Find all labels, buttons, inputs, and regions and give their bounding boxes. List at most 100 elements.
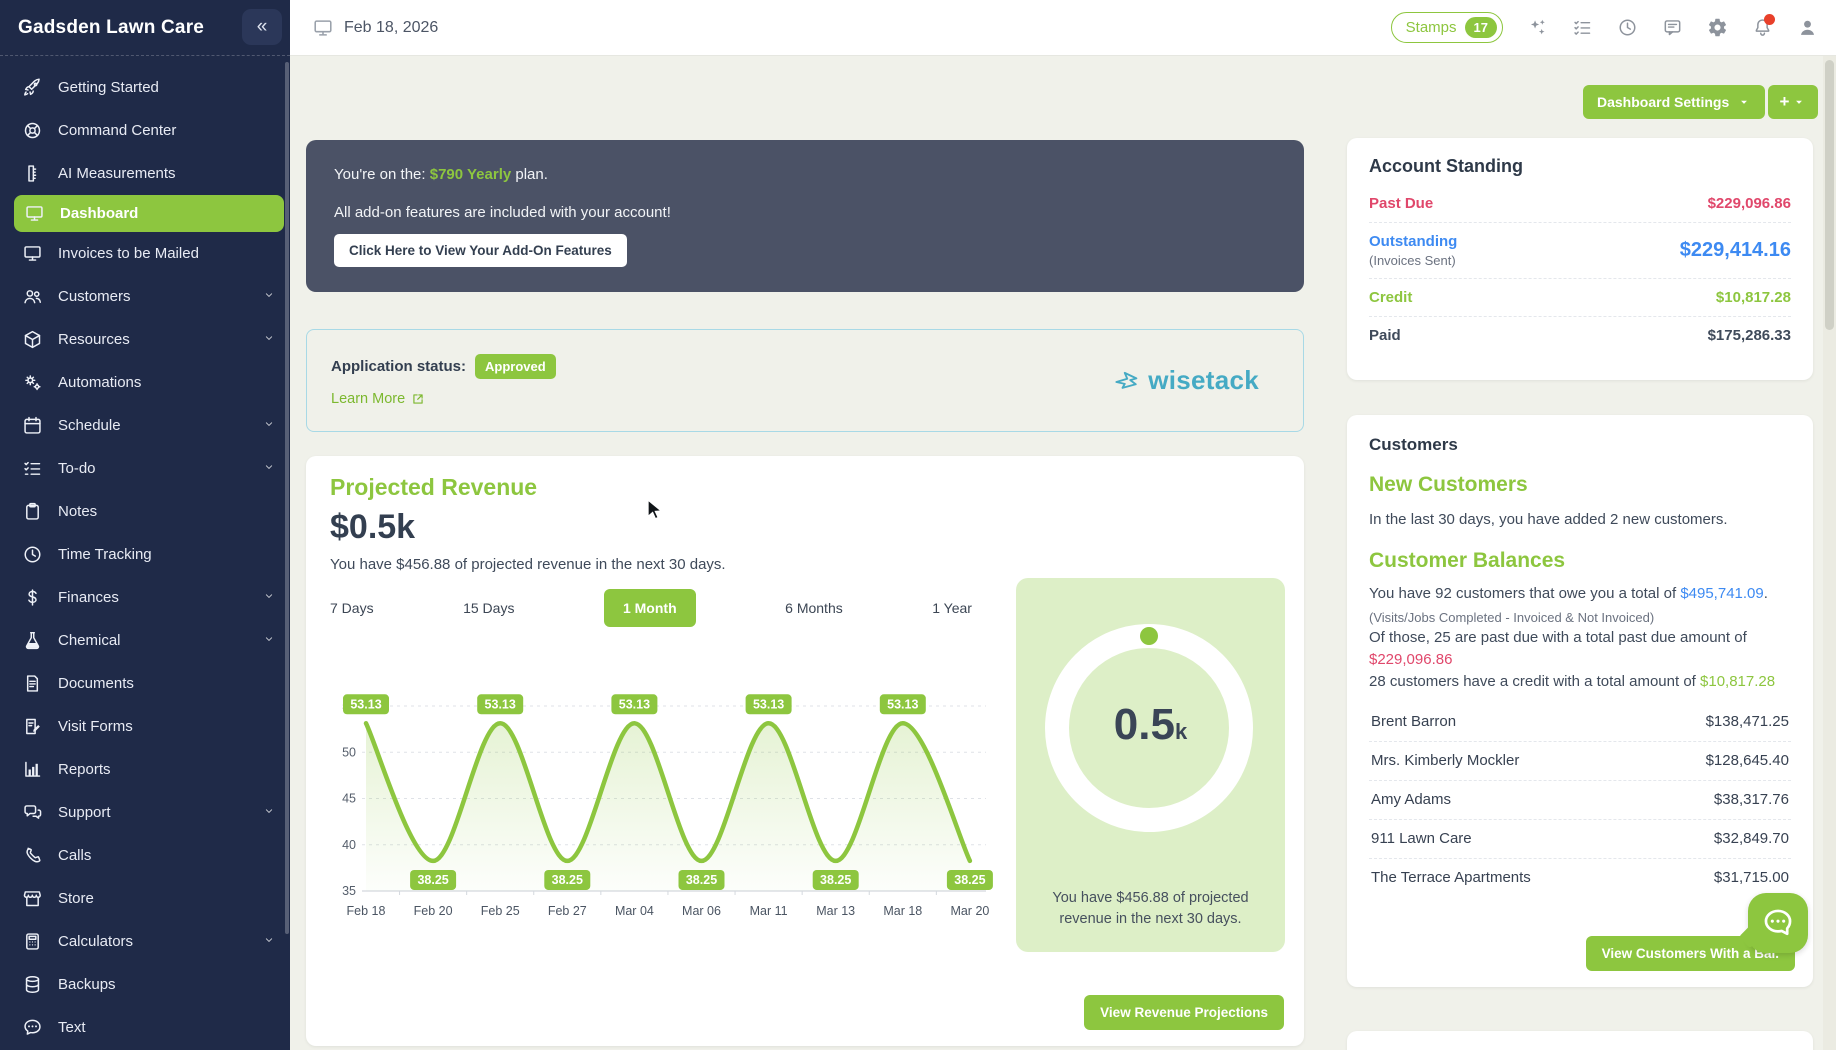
chevron-down-icon xyxy=(262,632,276,650)
sidebar-item-label: Text xyxy=(58,1019,86,1036)
customer-row[interactable]: 911 Lawn Care$32,849.70 xyxy=(1369,819,1791,858)
sidebar-item-text[interactable]: Text xyxy=(0,1006,290,1049)
point-label: 38.25 xyxy=(679,870,725,890)
sidebar-item-support[interactable]: Support xyxy=(0,791,290,834)
dashboard-settings-button[interactable]: Dashboard Settings xyxy=(1583,85,1765,119)
sidebar-item-calls[interactable]: Calls xyxy=(0,834,290,877)
range-tab-1-year[interactable]: 1 Year xyxy=(932,600,972,616)
chat-widget-button[interactable] xyxy=(1748,893,1808,953)
database-icon xyxy=(20,973,44,997)
dashboard-settings-label: Dashboard Settings xyxy=(1597,94,1729,110)
sidebar-item-label: Calculators xyxy=(58,933,133,950)
sidebar: Gadsden Lawn Care « Getting StartedComma… xyxy=(0,0,290,1050)
chevron-down-icon xyxy=(262,589,276,607)
credit-prefix: 28 customers have a credit with a total … xyxy=(1369,673,1700,690)
customer-name: Amy Adams xyxy=(1371,791,1451,808)
topbar-actions: Stamps 17 xyxy=(1391,12,1818,43)
user-icon[interactable] xyxy=(1797,17,1818,38)
phone-icon xyxy=(20,844,44,868)
sidebar-item-backups[interactable]: Backups xyxy=(0,963,290,1006)
range-tabs: 7 Days 15 Days 1 Month 6 Months 1 Year xyxy=(318,586,1000,630)
caret-down-icon xyxy=(1737,95,1751,109)
sidebar-item-to-do[interactable]: To-do xyxy=(0,447,290,490)
gauge-unit: k xyxy=(1175,719,1187,744)
page-scrollbar[interactable] xyxy=(1823,56,1836,1050)
plan-line-prefix: You're on the: xyxy=(334,166,430,183)
customer-row[interactable]: Mrs. Kimberly Mockler$128,645.40 xyxy=(1369,741,1791,780)
sidebar-item-label: Finances xyxy=(58,589,119,606)
chevron-down-icon xyxy=(262,804,276,822)
gear-icon[interactable] xyxy=(1707,17,1728,38)
visit-form-icon xyxy=(20,715,44,739)
customer-balance: $128,645.40 xyxy=(1706,752,1789,769)
sidebar-item-automations[interactable]: Automations xyxy=(0,361,290,404)
stamps-button[interactable]: Stamps 17 xyxy=(1391,12,1503,43)
sidebar-item-calculators[interactable]: Calculators xyxy=(0,920,290,963)
sidebar-item-command-center[interactable]: Command Center xyxy=(0,109,290,152)
range-tab-7-days[interactable]: 7 Days xyxy=(330,600,374,616)
view-addons-button[interactable]: Click Here to View Your Add-On Features xyxy=(334,234,627,267)
list-check-icon[interactable] xyxy=(1572,17,1593,38)
page-scrollbar-thumb[interactable] xyxy=(1825,60,1834,330)
credit-line: 28 customers have a credit with a total … xyxy=(1369,671,1791,693)
projected-revenue-title: Projected Revenue xyxy=(330,474,537,501)
point-label: 53.13 xyxy=(611,694,657,714)
customer-row[interactable]: Brent Barron$138,471.25 xyxy=(1369,703,1791,741)
sidebar-item-ai-measurements[interactable]: AI Measurements xyxy=(0,152,290,195)
account-row-label: Paid xyxy=(1369,327,1401,344)
clipboard-icon xyxy=(20,500,44,524)
customer-balance: $31,715.00 xyxy=(1714,869,1789,886)
sidebar-item-resources[interactable]: Resources xyxy=(0,318,290,361)
support-icon xyxy=(20,801,44,825)
learn-more-link[interactable]: Learn More xyxy=(331,391,556,407)
account-row-label: Past Due xyxy=(1369,195,1433,212)
sidebar-collapse-button[interactable]: « xyxy=(242,9,282,45)
bell-icon[interactable] xyxy=(1752,17,1773,38)
customer-balance: $138,471.25 xyxy=(1706,713,1789,730)
sidebar-item-time-tracking[interactable]: Time Tracking xyxy=(0,533,290,576)
customer-row[interactable]: The Terrace Apartments$31,715.00 xyxy=(1369,858,1791,897)
clock-icon xyxy=(20,543,44,567)
company-name: Gadsden Lawn Care xyxy=(18,17,204,39)
range-tab-6-months[interactable]: 6 Months xyxy=(785,600,843,616)
account-row-label: Credit xyxy=(1369,289,1412,306)
range-tab-15-days[interactable]: 15 Days xyxy=(463,600,514,616)
view-revenue-projections-button[interactable]: View Revenue Projections xyxy=(1084,995,1284,1030)
sidebar-item-label: Chemical xyxy=(58,632,121,649)
sidebar-item-visit-forms[interactable]: Visit Forms xyxy=(0,705,290,748)
sidebar-item-label: Automations xyxy=(58,374,141,391)
account-standing-title: Account Standing xyxy=(1369,156,1791,177)
customers-title: Customers xyxy=(1369,435,1791,455)
sidebar-item-dashboard[interactable]: Dashboard xyxy=(14,195,284,232)
sidebar-item-finances[interactable]: Finances xyxy=(0,576,290,619)
sidebar-item-store[interactable]: Store xyxy=(0,877,290,920)
account-row-value: $229,414.16 xyxy=(1680,239,1791,262)
sidebar-item-label: To-do xyxy=(58,460,96,477)
gears-icon xyxy=(20,371,44,395)
sidebar-item-getting-started[interactable]: Getting Started xyxy=(0,66,290,109)
sparkles-icon[interactable] xyxy=(1527,17,1548,38)
sidebar-item-chemical[interactable]: Chemical xyxy=(0,619,290,662)
svg-text:Mar 13: Mar 13 xyxy=(816,904,855,918)
sidebar-item-reports[interactable]: Reports xyxy=(0,748,290,791)
message-icon[interactable] xyxy=(1662,17,1683,38)
add-widget-button[interactable]: + xyxy=(1768,85,1818,119)
sidebar-item-invoices-to-be-mailed[interactable]: Invoices to be Mailed xyxy=(0,232,290,275)
calculator-icon xyxy=(20,930,44,954)
sidebar-item-notes[interactable]: Notes xyxy=(0,490,290,533)
sidebar-nav-list: Getting StartedCommand CenterAI Measurem… xyxy=(0,56,290,1049)
sidebar-item-documents[interactable]: Documents xyxy=(0,662,290,705)
clock-icon[interactable] xyxy=(1617,17,1638,38)
sidebar-item-label: Store xyxy=(58,890,94,907)
gauge-caption-line1: You have $456.88 of projected xyxy=(1016,888,1285,909)
chevron-down-icon xyxy=(262,417,276,435)
wisetack-brand-name: wisetack xyxy=(1148,365,1259,396)
range-tab-1-month[interactable]: 1 Month xyxy=(604,589,696,627)
sidebar-item-schedule[interactable]: Schedule xyxy=(0,404,290,447)
sidebar-scrollbar[interactable] xyxy=(285,62,289,934)
svg-text:Feb 18: Feb 18 xyxy=(347,904,386,918)
chat-bubble-icon xyxy=(1761,906,1795,940)
customer-row[interactable]: Amy Adams$38,317.76 xyxy=(1369,780,1791,819)
point-label: 53.13 xyxy=(343,694,389,714)
sidebar-item-customers[interactable]: Customers xyxy=(0,275,290,318)
